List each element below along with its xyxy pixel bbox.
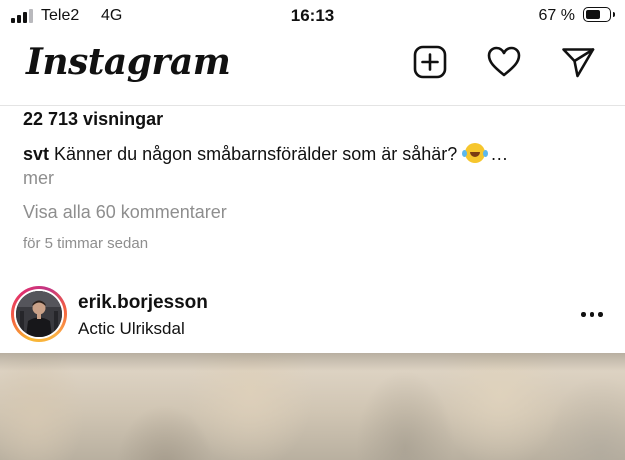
caption-ellipsis: … (490, 144, 509, 164)
post-location[interactable]: Actic Ulriksdal (78, 318, 185, 340)
laughing-tears-emoji-icon (462, 143, 486, 163)
heart-icon (487, 46, 521, 77)
activity-button[interactable] (486, 44, 522, 80)
instagram-feed-screen: Tele2 4G 16:13 67 % Instagram 22 713 vis… (0, 0, 625, 460)
instagram-logo[interactable]: Instagram (26, 37, 231, 87)
status-time: 16:13 (290, 6, 335, 25)
new-post-button[interactable] (412, 44, 448, 80)
status-bar: Tele2 4G 16:13 67 % (0, 0, 625, 34)
post-author-username[interactable]: erik.borjesson (78, 291, 208, 315)
view-all-comments-link[interactable]: Visa alla 60 kommentarer (23, 201, 227, 223)
battery-icon (583, 7, 611, 22)
direct-messages-button[interactable] (560, 44, 596, 80)
post-image[interactable] (0, 353, 625, 460)
send-icon (562, 48, 595, 78)
app-header: Instagram (0, 34, 625, 106)
caption-text: Känner du någon småbarnsförälder som är … (54, 144, 458, 164)
caption-username[interactable]: svt (23, 144, 49, 164)
post-timestamp: för 5 timmar sedan (23, 235, 149, 252)
avatar[interactable] (16, 291, 62, 337)
caption-more-link[interactable]: mer (23, 167, 54, 189)
post-caption: svt Känner du någon småbarnsförälder som… (23, 143, 613, 165)
more-options-button[interactable] (574, 302, 610, 326)
battery-percent: 67 % (538, 7, 575, 24)
view-count[interactable]: 22 713 visningar (23, 108, 163, 130)
plus-square-icon (413, 45, 447, 79)
